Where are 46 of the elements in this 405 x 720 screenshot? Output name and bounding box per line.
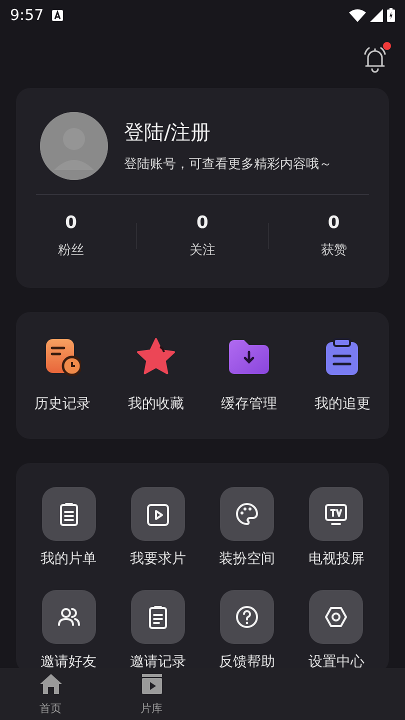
clipboard-icon: [325, 338, 360, 376]
stat-label[interactable]: 关注: [189, 240, 216, 260]
tool-button[interactable]: [130, 487, 185, 541]
history-icon: [44, 338, 81, 376]
login-link[interactable]: 登陆/注册: [124, 117, 332, 148]
tool-button[interactable]: [220, 590, 274, 644]
tool-label: 反馈帮助: [219, 653, 276, 668]
help-icon: [234, 604, 260, 630]
notification-icon: [52, 10, 63, 20]
stat-label[interactable]: 获赞: [320, 240, 347, 260]
shortcut-item[interactable]: 历史记录: [34, 394, 91, 415]
tool-button[interactable]: [42, 590, 96, 644]
tool-label: 邀请好友: [40, 653, 97, 668]
tool-button[interactable]: [42, 487, 96, 541]
stat-count: 0: [328, 212, 340, 235]
tool-label: 设置中心: [308, 653, 364, 668]
stat-count: 0: [196, 212, 208, 235]
stat-count: 0: [65, 212, 78, 235]
wifi-icon: [349, 8, 366, 22]
tab-item[interactable]: 首页: [0, 670, 101, 718]
tool-label: 我要求片: [130, 550, 186, 569]
battery-icon: [387, 8, 395, 22]
tool-button[interactable]: [130, 590, 185, 644]
signal-icon: [370, 8, 383, 22]
tool-button[interactable]: [220, 487, 274, 541]
folder-download-icon: [228, 339, 270, 375]
tool-label: 电视投屏: [308, 550, 364, 569]
tool-label: 邀请记录: [130, 653, 186, 668]
stat-label[interactable]: 粉丝: [58, 240, 84, 260]
play-icon: [144, 501, 171, 527]
palette-icon: [234, 501, 260, 527]
tab-item[interactable]: 片库: [101, 670, 202, 718]
shortcut-item[interactable]: 我的收藏: [128, 394, 184, 415]
login-hint: 登陆账号，可查看更多精彩内容哦～: [124, 156, 332, 174]
status-time: 9:57: [10, 4, 44, 26]
bell-icon[interactable]: [361, 44, 389, 74]
tool-button[interactable]: [309, 487, 364, 541]
star-icon: [136, 338, 176, 376]
tool-button[interactable]: [309, 590, 364, 644]
tool-label: 我的片单: [40, 550, 97, 569]
tv-icon: [323, 501, 350, 527]
avatar-icon[interactable]: [40, 112, 108, 180]
shortcut-item[interactable]: 缓存管理: [221, 394, 278, 415]
settings-icon: [323, 604, 350, 630]
tool-label: 装扮空间: [219, 550, 276, 569]
shortcut-item[interactable]: 我的追更: [314, 394, 370, 415]
